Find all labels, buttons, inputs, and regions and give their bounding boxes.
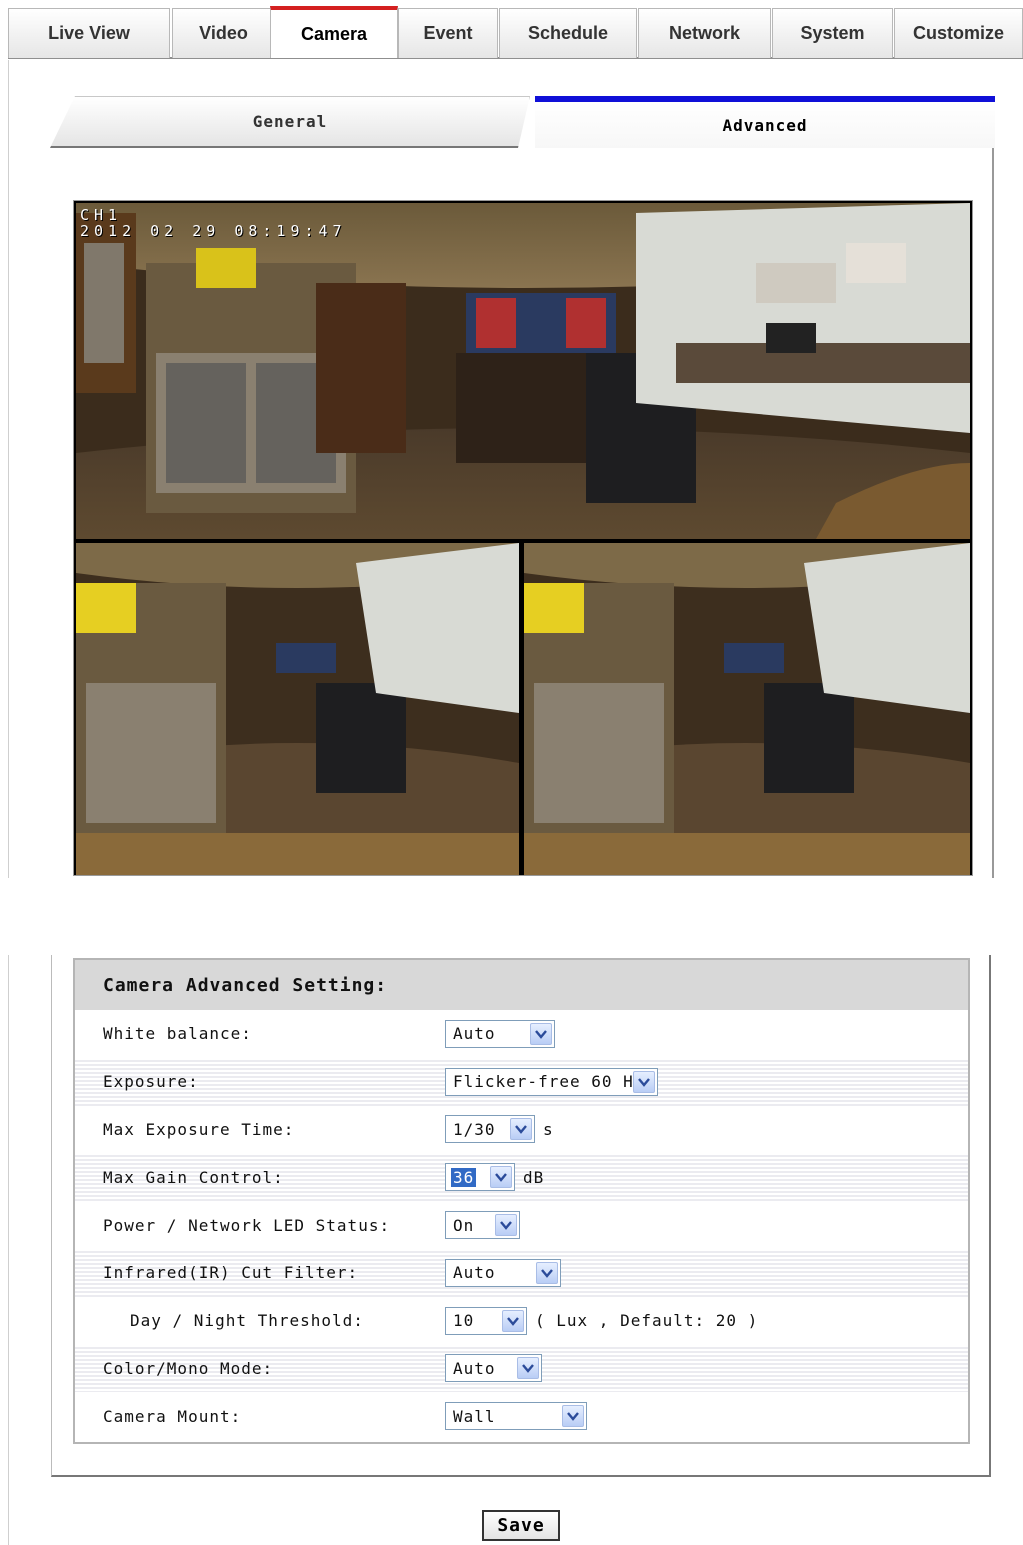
max-exposure-time-select[interactable]: 1/30 xyxy=(445,1115,535,1144)
osd-timestamp: 2012 02 29 08:19:47 xyxy=(80,222,347,240)
white-balance-value: Auto xyxy=(453,1024,496,1044)
exposure-label: Exposure: xyxy=(103,1072,199,1092)
ir-cut-filter-select[interactable]: Auto xyxy=(445,1258,561,1287)
ir-cut-filter-label: Infrared(IR) Cut Filter: xyxy=(103,1263,359,1283)
settings-title: Camera Advanced Setting: xyxy=(75,960,968,1010)
osd-channel: CH1 xyxy=(80,206,123,224)
day-night-threshold-select[interactable]: 10 xyxy=(445,1306,527,1335)
exposure-value: Flicker-free 60 Hz xyxy=(453,1072,645,1092)
max-exposure-time-label: Max Exposure Time: xyxy=(103,1119,295,1139)
max-gain-control-label: Max Gain Control: xyxy=(103,1167,284,1187)
color-mono-mode-select[interactable]: Auto xyxy=(445,1354,542,1383)
chevron-down-icon[interactable] xyxy=(517,1357,539,1380)
chevron-down-icon[interactable] xyxy=(510,1118,532,1141)
subtab-advanced[interactable]: Advanced xyxy=(535,96,995,148)
tab-event[interactable]: Event xyxy=(398,8,498,58)
quad-view-right xyxy=(524,543,970,875)
chevron-down-icon[interactable] xyxy=(502,1309,524,1332)
max-gain-control-value: 36 xyxy=(451,1167,477,1187)
room-scene-image xyxy=(76,543,519,875)
color-mono-mode-value: Auto xyxy=(453,1358,496,1378)
row-led-status: Power / Network LED Status: On xyxy=(75,1201,968,1249)
chevron-down-icon[interactable] xyxy=(490,1166,512,1189)
save-button[interactable]: Save xyxy=(482,1510,560,1541)
led-status-value: On xyxy=(453,1215,475,1235)
row-ir-cut-filter: Infrared(IR) Cut Filter: Auto xyxy=(75,1248,968,1297)
led-status-select[interactable]: On xyxy=(445,1211,520,1240)
max-exposure-time-value: 1/30 xyxy=(453,1119,496,1139)
tab-camera[interactable]: Camera xyxy=(270,6,398,58)
panel-border xyxy=(992,148,994,878)
white-balance-label: White balance: xyxy=(103,1024,252,1044)
video-preview: CH1 2012 02 29 08:19:47 xyxy=(73,200,973,876)
quad-view-left xyxy=(76,543,519,875)
room-scene-image xyxy=(524,543,970,875)
top-navigation: Live View Video Camera Event Schedule Ne… xyxy=(8,6,1023,60)
row-max-exposure-time: Max Exposure Time: 1/30 s xyxy=(75,1106,968,1154)
max-gain-control-select[interactable]: 36 xyxy=(445,1163,515,1192)
day-night-threshold-label: Day / Night Threshold: xyxy=(130,1311,364,1331)
tab-network[interactable]: Network xyxy=(638,8,771,58)
color-mono-mode-label: Color/Mono Mode: xyxy=(103,1358,274,1378)
row-day-night-threshold: Day / Night Threshold: 10 ( Lux , Defaul… xyxy=(75,1297,968,1345)
row-camera-mount: Camera Mount: Wall xyxy=(75,1392,968,1440)
tab-schedule[interactable]: Schedule xyxy=(499,8,637,58)
day-night-threshold-value: 10 xyxy=(453,1311,475,1331)
exposure-select[interactable]: Flicker-free 60 Hz xyxy=(445,1067,658,1096)
max-exposure-time-unit: s xyxy=(543,1119,554,1139)
subtab-general[interactable]: General xyxy=(50,96,530,148)
row-color-mono-mode: Color/Mono Mode: Auto xyxy=(75,1344,968,1393)
tab-system[interactable]: System xyxy=(772,8,893,58)
row-exposure: Exposure: Flicker-free 60 Hz xyxy=(75,1057,968,1106)
chevron-down-icon[interactable] xyxy=(536,1261,558,1284)
white-balance-select[interactable]: Auto xyxy=(445,1019,555,1048)
camera-mount-label: Camera Mount: xyxy=(103,1406,242,1426)
room-scene-image xyxy=(76,203,970,539)
advanced-settings-table: Camera Advanced Setting: White balance: … xyxy=(73,958,970,1444)
tab-customize[interactable]: Customize xyxy=(894,8,1023,58)
row-max-gain-control: Max Gain Control: 36 dB xyxy=(75,1153,968,1202)
video-osd: CH1 2012 02 29 08:19:47 xyxy=(80,207,347,239)
max-gain-control-unit: dB xyxy=(523,1167,545,1187)
day-night-threshold-note: ( Lux , Default: 20 ) xyxy=(535,1311,759,1331)
page-left-border xyxy=(8,955,9,1545)
tab-video[interactable]: Video xyxy=(172,8,275,58)
chevron-down-icon[interactable] xyxy=(562,1405,584,1428)
chevron-down-icon[interactable] xyxy=(530,1022,552,1045)
camera-mount-value: Wall xyxy=(453,1406,496,1426)
page-left-border xyxy=(8,60,9,878)
ir-cut-filter-value: Auto xyxy=(453,1263,496,1283)
panorama-view: CH1 2012 02 29 08:19:47 xyxy=(76,203,970,539)
chevron-down-icon[interactable] xyxy=(495,1214,517,1237)
chevron-down-icon[interactable] xyxy=(633,1070,655,1093)
row-white-balance: White balance: Auto xyxy=(75,1010,968,1058)
camera-mount-select[interactable]: Wall xyxy=(445,1402,587,1431)
led-status-label: Power / Network LED Status: xyxy=(103,1215,391,1235)
tab-live-view[interactable]: Live View xyxy=(8,8,170,58)
